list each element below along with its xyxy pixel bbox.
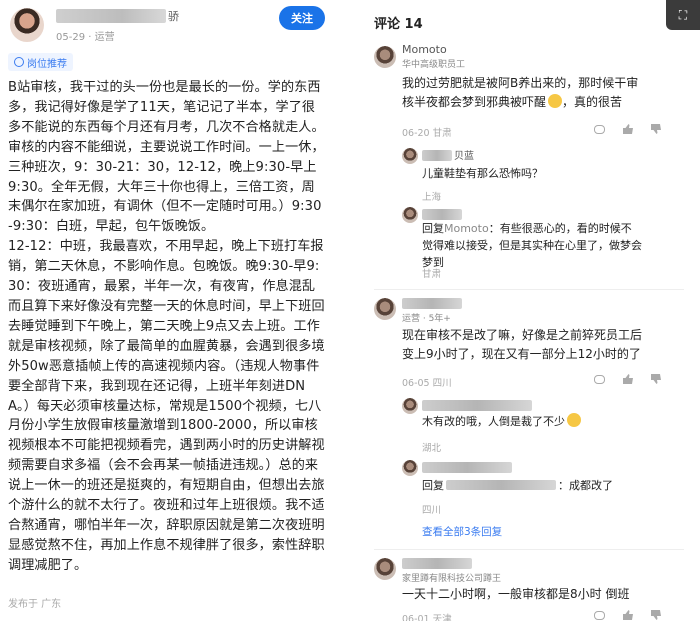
view-all-replies-link[interactable]: 查看全部3条回复 — [422, 524, 502, 539]
reply-meta: 上海 — [422, 192, 442, 203]
comments-title: 评论 14 — [374, 17, 423, 32]
commenter-name-blurred[interactable] — [402, 298, 462, 309]
commenter-title: 华中高级职员工 — [402, 60, 466, 70]
reply-prefix: 回复 — [422, 479, 444, 492]
dislike-button[interactable] — [651, 610, 661, 620]
like-button[interactable] — [623, 374, 633, 384]
like-button[interactable] — [623, 610, 633, 620]
thumbs-up-icon — [623, 610, 633, 620]
thumbs-up-icon — [623, 124, 633, 134]
reply-button[interactable] — [594, 374, 605, 384]
author-avatar[interactable] — [10, 8, 44, 42]
comment-divider — [374, 289, 684, 290]
comment-text-tail: ，真的很苦 — [562, 95, 623, 109]
dislike-button[interactable] — [651, 124, 661, 134]
replier-avatar[interactable] — [402, 148, 418, 164]
reply-prefix: 回复 — [422, 222, 444, 235]
tag-icon — [14, 57, 24, 67]
thumbs-up-icon — [623, 374, 633, 384]
reply-meta: 湖北 — [422, 443, 442, 454]
post-meta: 05-29 · 运营 — [56, 32, 115, 43]
replier-name-blurred[interactable] — [422, 150, 452, 161]
reply-body: ：成都改了 — [558, 479, 613, 492]
replier-name-blurred[interactable] — [422, 209, 462, 220]
commenter-title: 运营 · 5年+ — [402, 314, 451, 324]
reply-text: 回复Momoto：有些很恶心的，看的时候不觉得难以接受，但是其实种在心里了，做梦… — [422, 220, 642, 271]
fullscreen-icon[interactable]: ⛶ — [666, 0, 700, 30]
reply-button[interactable] — [594, 610, 605, 620]
comment-meta: 06-20 甘肃 — [402, 128, 452, 139]
dislike-button[interactable] — [651, 374, 661, 384]
replier-avatar[interactable] — [402, 207, 418, 223]
reply-target-blurred[interactable] — [446, 480, 556, 490]
smile-emoji-icon — [567, 413, 581, 427]
replier-name-blurred[interactable] — [422, 400, 532, 411]
reply-text: 回复 ：成都改了 — [422, 477, 642, 494]
author-name-blurred[interactable] — [56, 9, 166, 23]
comment-meta: 06-01 天津 — [402, 614, 452, 621]
comment-icon — [594, 124, 605, 134]
replier-avatar[interactable] — [402, 460, 418, 476]
commenter-avatar[interactable] — [374, 298, 396, 320]
replier-name[interactable]: 贝蓝 — [454, 147, 474, 162]
reply-button[interactable] — [594, 124, 605, 134]
post-header: 骄 05-29 · 运营 关注 — [8, 6, 333, 46]
scared-emoji-icon — [548, 94, 563, 108]
reply-target-name[interactable]: Momoto — [444, 222, 489, 235]
thumbs-down-icon — [651, 610, 661, 620]
comment-actions — [594, 124, 661, 134]
replier-name-blurred[interactable] — [422, 462, 512, 473]
reply-text: 木有改的哦，人倒是裁了不少 — [422, 413, 642, 430]
tag-label: 岗位推荐 — [27, 58, 67, 70]
comment-text: 一天十二小时啊，一般审核都是8小时 倒班 — [402, 587, 630, 601]
comments-panel: 评论 14 ✕ ⛶ Momoto 华中高级职员工 我的过劳肥就是被阿B养出来的，… — [358, 0, 700, 621]
comment-divider — [374, 549, 684, 550]
thumbs-down-icon — [651, 124, 661, 134]
commenter-avatar[interactable] — [374, 46, 396, 68]
reply-meta: 甘肃 — [422, 269, 442, 280]
commenter-name[interactable]: Momoto — [402, 43, 447, 56]
comment-text: 我的过劳肥就是被阿B养出来的，那时候干审核半夜都会梦到邪典被吓醒 ，真的很苦 — [402, 74, 640, 112]
commenter-name-blurred[interactable] — [402, 558, 472, 569]
reply-body: 木有改的哦，人倒是裁了不少 — [422, 415, 565, 428]
comment-meta: 06-05 四川 — [402, 378, 452, 389]
comment-icon — [594, 374, 605, 384]
job-recommend-tag[interactable]: 岗位推荐 — [8, 53, 73, 71]
author-name-suffix: 骄 — [168, 10, 179, 23]
post-body: B站审核，我干过的头一份也是最长的一份。学的东西多，我记得好像是学了11天，笔记… — [8, 80, 325, 573]
comment-icon — [594, 610, 605, 620]
follow-button[interactable]: 关注 — [279, 6, 325, 30]
comment-actions — [594, 374, 661, 384]
post-location: 发布于 广东 — [8, 599, 62, 610]
reply-text: 儿童鞋垫有那么恐怖吗？ — [422, 167, 543, 180]
reply-meta: 四川 — [422, 505, 442, 516]
replier-avatar[interactable] — [402, 398, 418, 414]
post-panel: 骄 05-29 · 运营 关注 岗位推荐 B站审核，我干过的头一份也是最长的一份… — [0, 0, 340, 621]
like-button[interactable] — [623, 124, 633, 134]
thumbs-down-icon — [651, 374, 661, 384]
comment-text: 现在审核不是改了嘛，好像是之前猝死员工后变上9小时了，现在又有一部分上12小时的… — [402, 328, 643, 361]
commenter-title: 家里蹲有限科技公司蹲王 — [402, 574, 502, 584]
comment-actions — [594, 610, 661, 620]
commenter-avatar[interactable] — [374, 558, 396, 580]
